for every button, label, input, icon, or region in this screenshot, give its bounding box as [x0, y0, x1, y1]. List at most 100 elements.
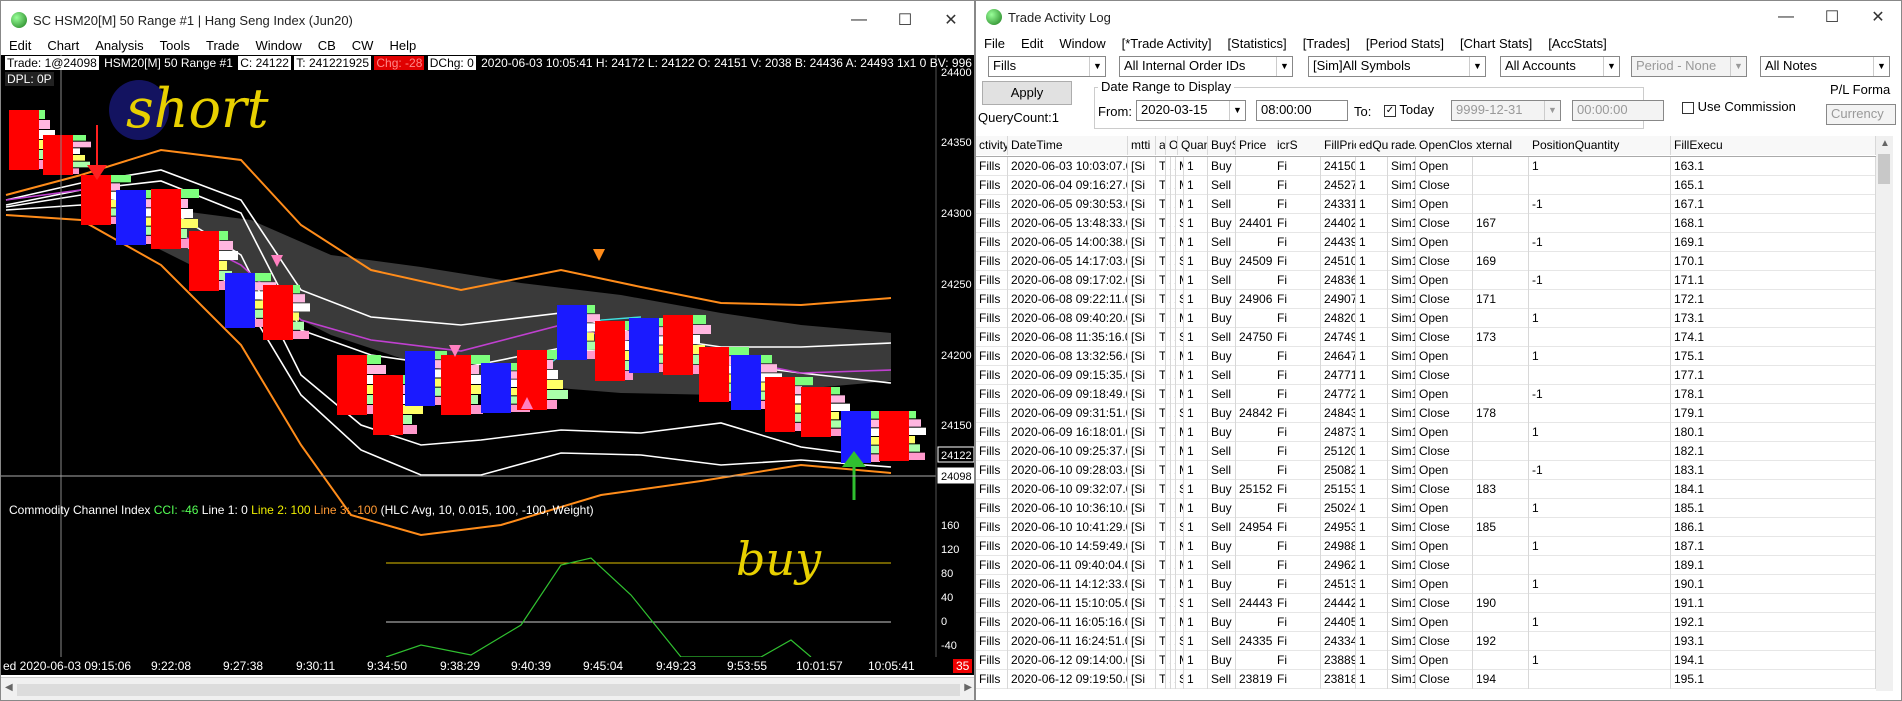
column-header[interactable]: DateTime [1008, 136, 1128, 155]
menu-window[interactable]: Window [247, 38, 309, 53]
scroll-right-icon[interactable]: ▶ [964, 682, 972, 693]
menu-edit[interactable]: Edit [1, 38, 39, 53]
order-filter-select[interactable]: All Internal Order IDs ▼ [1119, 56, 1293, 77]
table-cell: [Si [1128, 537, 1156, 556]
table-cell: 189.1 [1671, 556, 1876, 575]
notes-filter-select[interactable]: All Notes ▼ [1760, 56, 1890, 77]
apply-button[interactable]: Apply [982, 81, 1072, 105]
table-row[interactable]: Fills2020-06-09 09:31:51.015[SiTr1717St1… [976, 404, 1876, 423]
chart-horizontal-scrollbar[interactable]: ◀ ▶ [1, 677, 974, 700]
table-cell: M [1176, 499, 1184, 518]
use-commission-checkbox[interactable] [1682, 101, 1694, 114]
menu-tools[interactable]: Tools [152, 38, 198, 53]
table-cell: 1 [1356, 518, 1388, 537]
maximize-icon[interactable]: ☐ [882, 10, 928, 30]
from-date-picker[interactable]: 2020-03-15 ▼ [1136, 100, 1246, 121]
log-titlebar[interactable]: Trade Activity Log — ☐ ✕ [976, 1, 1901, 33]
menu-help[interactable]: Help [381, 38, 424, 53]
from-time-field[interactable]: 08:00:00 [1256, 100, 1348, 121]
close-icon[interactable]: ✕ [928, 10, 974, 30]
table-row[interactable]: Fills2020-06-09 16:18:01.012[SiTr1818M1B… [976, 423, 1876, 442]
table-row[interactable]: Fills2020-06-08 09:40:20.033[SiTr1717M1B… [976, 309, 1876, 328]
table-row[interactable]: Fills2020-06-10 09:28:03.014[SiTr1818M1S… [976, 461, 1876, 480]
table-row[interactable]: Fills2020-06-10 09:32:07.029[SiTr1818St1… [976, 480, 1876, 499]
table-cell: 24988 [1321, 537, 1356, 556]
table-row[interactable]: Fills2020-06-04 09:16:27.017[SiTr1€1€M1S… [976, 176, 1876, 195]
table-row[interactable]: Fills2020-06-08 09:22:11.008[SiTr1717St1… [976, 290, 1876, 309]
menu-trade[interactable]: Trade [198, 38, 247, 53]
volume-profile-strip [547, 400, 557, 409]
scroll-thumb[interactable] [1878, 154, 1890, 184]
menu-chart[interactable]: Chart [39, 38, 87, 53]
table-row[interactable]: Fills2020-06-05 09:30:53.016[SiTr1€1€M1S… [976, 195, 1876, 214]
type-filter-select[interactable]: Fills ▼ [988, 56, 1106, 77]
column-header[interactable]: Or [1166, 136, 1178, 155]
tab-period-stats[interactable]: [Period Stats] [1358, 36, 1452, 51]
table-row[interactable]: Fills2020-06-11 15:10:05.006[SiTr1919St1… [976, 594, 1876, 613]
today-checkbox-row[interactable]: ✓ Today [1384, 102, 1434, 117]
column-header[interactable]: mtti [1128, 136, 1156, 155]
trade-activity-log-window[interactable]: Trade Activity Log — ☐ ✕ File Edit Windo… [975, 0, 1902, 701]
tab-acc-stats[interactable]: [AccStats] [1540, 36, 1615, 51]
table-row[interactable]: Fills2020-06-10 14:59:49.047[SiTr1818M1B… [976, 537, 1876, 556]
tab-trade-activity[interactable]: [*Trade Activity] [1114, 36, 1220, 51]
menu-window[interactable]: Window [1051, 36, 1113, 51]
scroll-thumb[interactable] [17, 684, 960, 696]
table-row[interactable]: Fills2020-06-03 10:03:07.005[SiTr1€1€M1B… [976, 157, 1876, 176]
menu-cb[interactable]: CB [310, 38, 344, 53]
tab-statistics[interactable]: [Statistics] [1219, 36, 1294, 51]
account-filter-select[interactable]: All Accounts ▼ [1500, 56, 1620, 77]
table-row[interactable]: Fills2020-06-09 09:18:49.005[SiTr1717M1S… [976, 385, 1876, 404]
today-checkbox[interactable]: ✓ [1384, 104, 1396, 117]
table-row[interactable]: Fills2020-06-08 13:32:56.004[SiTr1717M1B… [976, 347, 1876, 366]
scroll-up-icon[interactable]: ▲ [1880, 138, 1890, 149]
table-row[interactable]: Fills2020-06-08 11:35:16.028[SiTr1717St1… [976, 328, 1876, 347]
time-axis[interactable]: ed 2020-06-03 09:15:06 9:22:08 9:27:38 9… [1, 657, 974, 675]
column-header[interactable]: BuySell [1208, 136, 1236, 155]
minimize-icon[interactable]: — [836, 11, 882, 29]
column-header[interactable]: PositionQuantity [1529, 136, 1671, 155]
table-row[interactable]: Fills2020-06-10 09:25:37.036[SiTr1818M1S… [976, 442, 1876, 461]
column-header[interactable]: alQ [1156, 136, 1166, 155]
table-row[interactable]: Fills2020-06-10 10:36:10.005[SiTr1818M1B… [976, 499, 1876, 518]
table-row[interactable]: Fills2020-06-10 10:41:29.006[SiTr1818St1… [976, 518, 1876, 537]
column-header[interactable]: ctivityTy [976, 136, 1008, 155]
table-row[interactable]: Fills2020-06-08 09:17:02.013[SiTr1717M1S… [976, 271, 1876, 290]
table-cell: 24442 [1321, 594, 1356, 613]
menu-cw[interactable]: CW [344, 38, 382, 53]
use-commission-row[interactable]: Use Commission [1682, 99, 1796, 114]
tab-trades[interactable]: [Trades] [1295, 36, 1358, 51]
close-icon[interactable]: ✕ [1855, 7, 1901, 27]
price-chart-svg[interactable]: 2440024350243002425024200241502412224098… [1, 55, 975, 657]
trade-activity-table[interactable]: ctivityTyDateTimemttialQOrQuantitBuySell… [976, 136, 1876, 691]
query-count: QueryCount:1 [978, 110, 1059, 125]
table-cell: Tr [1156, 233, 1166, 252]
table-row[interactable]: Fills2020-06-11 14:12:33.023[SiTr1919M1B… [976, 575, 1876, 594]
table-row[interactable]: Fills2020-06-11 16:05:16.023[SiTr1919M1B… [976, 613, 1876, 632]
table-row[interactable]: Fills2020-06-12 09:19:50.002[SiTr1919St1… [976, 670, 1876, 689]
table-row[interactable]: Fills2020-06-09 09:15:35.003[SiTr1717M1S… [976, 366, 1876, 385]
menu-file[interactable]: File [976, 36, 1013, 51]
table-row[interactable]: Fills2020-06-05 14:17:03.014[SiTr1717St1… [976, 252, 1876, 271]
column-header[interactable]: FillExecu [1671, 136, 1876, 155]
table-row[interactable]: Fills2020-06-11 16:24:51.001[SiTr1919St1… [976, 632, 1876, 651]
table-row[interactable]: Fills2020-06-12 09:14:00.004[SiTr1919M1B… [976, 651, 1876, 670]
table-row[interactable]: Fills2020-06-05 14:00:38.004[SiTr1€1€M1S… [976, 233, 1876, 252]
maximize-icon[interactable]: ☐ [1809, 7, 1855, 27]
tab-chart-stats[interactable]: [Chart Stats] [1452, 36, 1540, 51]
table-cell: M [1176, 461, 1184, 480]
chart-window[interactable]: SC HSM20[M] 50 Range #1 | Hang Seng Inde… [0, 0, 975, 701]
minimize-icon[interactable]: — [1763, 8, 1809, 26]
scroll-left-icon[interactable]: ◀ [5, 682, 13, 693]
menu-edit[interactable]: Edit [1013, 36, 1051, 51]
menu-analysis[interactable]: Analysis [87, 38, 151, 53]
symbol-filter-select[interactable]: [Sim]All Symbols ▼ [1308, 56, 1486, 77]
table-cell: 183.1 [1671, 461, 1876, 480]
table-row[interactable]: Fills2020-06-05 13:48:33.028[SiTr1€1€St1… [976, 214, 1876, 233]
table-cell: Sim1 [1388, 651, 1416, 670]
chart-titlebar[interactable]: SC HSM20[M] 50 Range #1 | Hang Seng Inde… [1, 1, 974, 39]
table-vertical-scrollbar[interactable]: ▲ [1876, 136, 1893, 691]
table-row[interactable]: Fills2020-06-11 09:40:04.009[SiTr1818M1S… [976, 556, 1876, 575]
table-cell: Fills [976, 442, 1008, 461]
column-header[interactable]: Quantit [1178, 136, 1208, 155]
